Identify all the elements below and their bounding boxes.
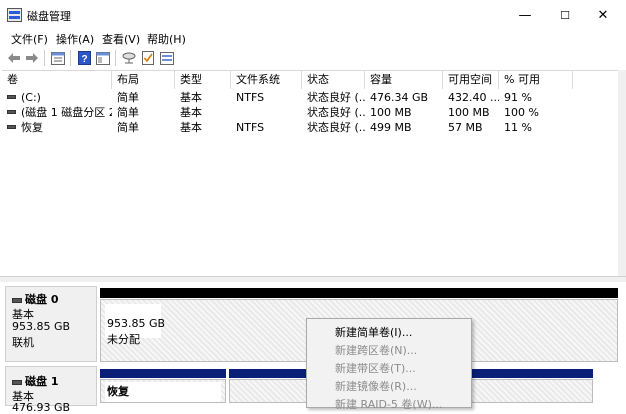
cell-type: 基本 (180, 91, 202, 104)
column-header-layout[interactable]: 布局 (112, 71, 175, 89)
volume-icon (7, 95, 16, 99)
menu-help[interactable]: 帮助(H) (147, 31, 186, 47)
context-menu: 新建简单卷(I)... 新建跨区卷(N)... 新建带区卷(T)... 新建镜像… (306, 318, 472, 411)
disk-management-app-icon (7, 8, 22, 22)
forward-arrow-icon[interactable] (24, 50, 40, 66)
menu-new-raid5-volume: 新建 RAID-5 卷(W)... (335, 398, 443, 411)
disk-icon (12, 297, 22, 303)
volume-icon (7, 125, 16, 129)
vertical-scrollbar[interactable] (618, 70, 626, 276)
unallocated-state: 未分配 (107, 333, 140, 346)
cell-free-space: 432.40 ... (448, 91, 499, 104)
volume-list: 卷 布局 类型 文件系统 状态 容量 可用空间 % 可用 (C:) 简单 基本 … (2, 70, 618, 276)
column-header-filesystem[interactable]: 文件系统 (231, 71, 302, 89)
disk-0-name: 磁盘 0 (25, 293, 59, 306)
connect-icon[interactable] (121, 50, 137, 66)
disk-0-label[interactable]: 磁盘 0 基本 953.85 GB 联机 (5, 286, 97, 362)
unallocated-size: 953.85 GB (107, 317, 166, 330)
column-header-status[interactable]: 状态 (302, 71, 365, 89)
maximize-button[interactable]: ☐ (546, 0, 584, 30)
maximize-icon: ☐ (560, 8, 570, 22)
cell-type: 基本 (180, 106, 202, 119)
minimize-button[interactable]: — (506, 0, 544, 30)
cell-capacity: 499 MB (370, 121, 412, 134)
menu-bar: 文件(F) 操作(A) 查看(V) 帮助(H) (0, 30, 626, 46)
primary-partition-bar (229, 369, 309, 378)
cell-status: 状态良好 (... (307, 91, 365, 104)
close-icon: ✕ (597, 7, 609, 23)
disk-icon (12, 379, 22, 385)
table-row[interactable]: (磁盘 1 磁盘分区 2) 简单 基本 状态良好 (... 100 MB 100… (2, 105, 618, 120)
cell-capacity: 100 MB (370, 106, 412, 119)
disk-1-label[interactable]: 磁盘 1 基本 476.93 GB (5, 366, 97, 414)
properties-list-icon[interactable] (50, 50, 66, 66)
disk-1-size: 476.93 GB (12, 401, 71, 414)
cell-layout: 简单 (117, 121, 139, 134)
cell-volume: 恢复 (21, 121, 43, 134)
column-header-volume[interactable]: 卷 (2, 71, 112, 89)
help-icon[interactable]: ? (76, 50, 92, 66)
cell-layout: 简单 (117, 91, 139, 104)
cell-status: 状态良好 (... (307, 106, 365, 119)
column-header-free-space[interactable]: 可用空间 (443, 71, 499, 89)
panel-icon[interactable] (95, 50, 111, 66)
primary-partition-bar (471, 369, 593, 378)
menu-view[interactable]: 查看(V) (102, 31, 140, 47)
efi-partition[interactable] (229, 379, 309, 403)
menu-new-spanned-volume: 新建跨区卷(N)... (335, 344, 418, 357)
cell-percent-free: 11 % (504, 121, 532, 134)
menu-new-simple-volume[interactable]: 新建简单卷(I)... (335, 324, 412, 340)
recovery-partition-label: 恢复 (107, 385, 129, 398)
unallocated-bar (100, 288, 618, 298)
menu-new-mirrored-volume: 新建镜像卷(R)... (335, 380, 417, 393)
check-icon[interactable] (140, 50, 156, 66)
minimize-icon: — (518, 7, 532, 23)
column-header-type[interactable]: 类型 (175, 71, 231, 89)
menu-new-striped-volume: 新建带区卷(T)... (335, 362, 416, 375)
disk-1-name: 磁盘 1 (25, 375, 59, 388)
cell-volume: (磁盘 1 磁盘分区 2) (21, 106, 112, 119)
cell-volume: (C:) (21, 91, 41, 104)
cell-layout: 简单 (117, 106, 139, 119)
toolbar: ? (0, 47, 626, 68)
cell-filesystem: NTFS (236, 91, 265, 104)
window-title: 磁盘管理 (27, 10, 71, 23)
disk-0-size: 953.85 GB (12, 320, 71, 333)
cell-free-space: 100 MB (448, 106, 490, 119)
table-row[interactable]: 恢复 简单 基本 NTFS 状态良好 (... 499 MB 57 MB 11 … (2, 120, 618, 135)
close-button[interactable]: ✕ (584, 0, 622, 30)
column-header-percent-free[interactable]: % 可用 (499, 71, 573, 89)
primary-partition-bar (100, 369, 226, 378)
menu-action[interactable]: 操作(A) (56, 31, 94, 47)
c-partition[interactable] (471, 379, 593, 403)
cell-filesystem: NTFS (236, 121, 265, 134)
column-header-capacity[interactable]: 容量 (365, 71, 443, 89)
volume-icon (7, 110, 16, 114)
disk-0-state: 联机 (12, 336, 34, 349)
menu-file[interactable]: 文件(F) (11, 31, 48, 47)
cell-type: 基本 (180, 121, 202, 134)
cell-status: 状态良好 (... (307, 121, 365, 134)
back-arrow-icon[interactable] (6, 50, 22, 66)
cell-percent-free: 100 % (504, 106, 539, 119)
cell-percent-free: 91 % (504, 91, 532, 104)
svg-text:?: ? (81, 54, 87, 65)
table-row[interactable]: (C:) 简单 基本 NTFS 状态良好 (... 476.34 GB 432.… (2, 90, 618, 105)
cell-free-space: 57 MB (448, 121, 483, 134)
title-bar: 磁盘管理 — ☐ ✕ (0, 0, 626, 30)
cell-filesystem (231, 105, 302, 120)
disk-view-icon[interactable] (159, 50, 175, 66)
cell-capacity: 476.34 GB (370, 91, 429, 104)
recovery-partition[interactable]: 恢复 (100, 379, 226, 403)
